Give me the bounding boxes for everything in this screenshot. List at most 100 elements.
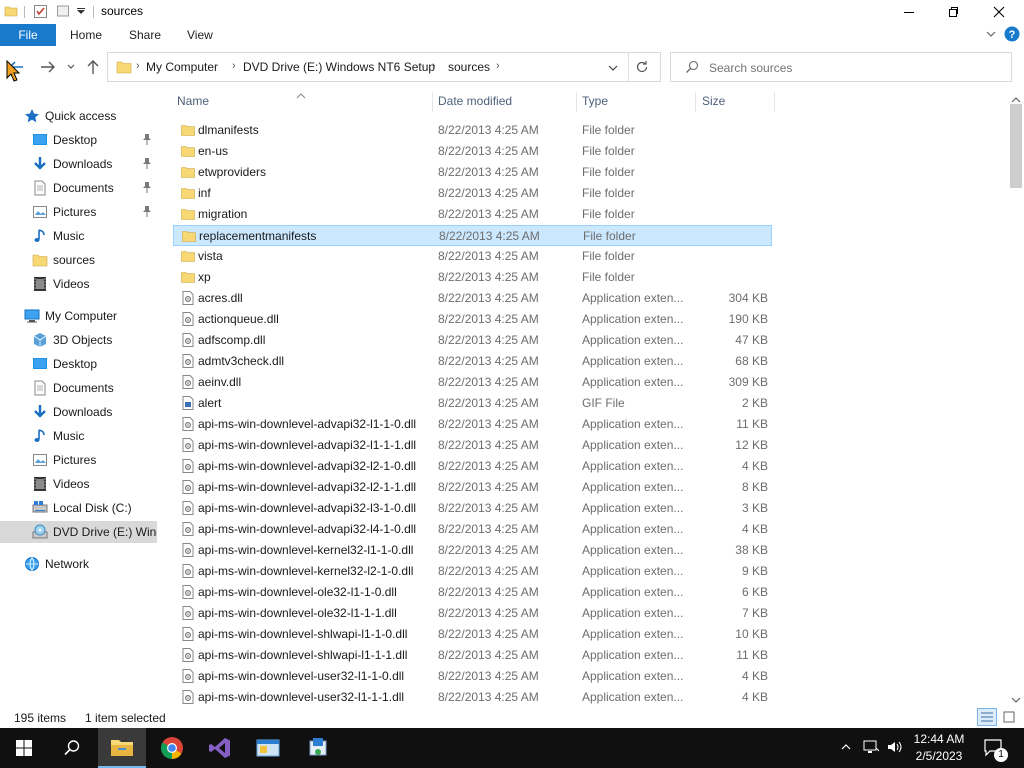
address-bar[interactable]: › My Computer › DVD Drive (E:) Windows N… bbox=[107, 52, 661, 82]
file-row[interactable]: api-ms-win-downlevel-shlwapi-l1-1-1.dll 8… bbox=[173, 645, 772, 666]
details-view-button[interactable] bbox=[977, 708, 997, 726]
sidebar-item-documents[interactable]: Documents bbox=[0, 377, 157, 399]
file-row[interactable]: inf 8/22/2013 4:25 AM File folder bbox=[173, 183, 772, 204]
show-hidden-icons-icon[interactable] bbox=[840, 741, 852, 756]
up-button[interactable] bbox=[82, 56, 104, 78]
file-row[interactable]: aeinv.dll 8/22/2013 4:25 AM Application ex… bbox=[173, 372, 772, 393]
sidebar-item-documents[interactable]: Documents bbox=[0, 177, 157, 199]
scrollbar-thumb[interactable] bbox=[1010, 104, 1022, 188]
file-row[interactable]: api-ms-win-downlevel-shlwapi-l1-1-0.dll 8… bbox=[173, 624, 772, 645]
scroll-down-icon[interactable] bbox=[1011, 693, 1021, 707]
file-row[interactable]: api-ms-win-downlevel-user32-l1-1-1.dll 8/… bbox=[173, 687, 772, 708]
breadcrumb-separator[interactable]: › bbox=[432, 60, 436, 72]
sidebar-item-videos[interactable]: Videos bbox=[0, 473, 157, 495]
properties-icon[interactable] bbox=[33, 4, 48, 19]
sidebar-item-sources[interactable]: sources bbox=[0, 249, 157, 271]
help-icon[interactable]: ? bbox=[1004, 26, 1020, 45]
sidebar-item-dvd-drive-e-wind[interactable]: DVD Drive (E:) Wind bbox=[0, 521, 157, 543]
sidebar-item-3d-objects[interactable]: 3D Objects bbox=[0, 329, 157, 351]
forward-button[interactable] bbox=[37, 56, 59, 78]
breadcrumb-dvd-drive[interactable]: DVD Drive (E:) Windows NT6 Setup bbox=[243, 60, 435, 74]
app-window-2[interactable] bbox=[294, 728, 342, 768]
start-button[interactable] bbox=[0, 728, 48, 768]
column-header-type[interactable]: Type bbox=[582, 94, 608, 108]
sidebar-item-music[interactable]: Music bbox=[0, 425, 157, 447]
breadcrumb-sources[interactable]: sources bbox=[448, 60, 490, 74]
file-row[interactable]: etwproviders 8/22/2013 4:25 AM File folder bbox=[173, 162, 772, 183]
recent-locations-dropdown[interactable] bbox=[62, 56, 80, 78]
file-row[interactable]: api-ms-win-downlevel-advapi32-l3-1-0.dll… bbox=[173, 498, 772, 519]
maximize-button[interactable] bbox=[930, 0, 976, 24]
column-divider[interactable] bbox=[695, 92, 696, 112]
file-row[interactable]: acres.dll 8/22/2013 4:25 AM Application ex… bbox=[173, 288, 772, 309]
file-row[interactable]: adfscomp.dll 8/22/2013 4:25 AM Application… bbox=[173, 330, 772, 351]
sidebar-item-videos[interactable]: Videos bbox=[0, 273, 157, 295]
file-row[interactable]: en-us 8/22/2013 4:25 AM File folder bbox=[173, 141, 772, 162]
sidebar-item-pictures[interactable]: Pictures bbox=[0, 201, 157, 223]
file-row[interactable]: replacementmanifests 8/22/2013 4:25 AM Fil… bbox=[173, 225, 772, 246]
search-input[interactable] bbox=[709, 59, 999, 77]
column-divider[interactable] bbox=[774, 92, 775, 112]
file-row[interactable]: api-ms-win-downlevel-advapi32-l4-1-0.dll… bbox=[173, 519, 772, 540]
expand-ribbon-icon[interactable] bbox=[985, 28, 997, 43]
folder-icon bbox=[181, 123, 195, 137]
file-row[interactable]: migration 8/22/2013 4:25 AM File folder bbox=[173, 204, 772, 225]
column-header-size[interactable]: Size bbox=[702, 94, 725, 108]
tab-view[interactable]: View bbox=[187, 28, 213, 42]
column-divider[interactable] bbox=[576, 92, 577, 112]
large-icons-view-button[interactable] bbox=[1000, 709, 1018, 725]
file-row[interactable]: api-ms-win-downlevel-advapi32-l2-1-0.dll… bbox=[173, 456, 772, 477]
minimize-button[interactable] bbox=[886, 0, 932, 24]
sidebar-item-local-disk-c[interactable]: Local Disk (C:) bbox=[0, 497, 157, 519]
file-row[interactable]: api-ms-win-downlevel-user32-l1-1-0.dll 8/… bbox=[173, 666, 772, 687]
volume-icon[interactable] bbox=[886, 739, 904, 758]
app-window-1[interactable] bbox=[244, 728, 292, 768]
file-row[interactable]: xp 8/22/2013 4:25 AM File folder bbox=[173, 267, 772, 288]
file-row[interactable]: vista 8/22/2013 4:25 AM File folder bbox=[173, 246, 772, 267]
file-row[interactable]: actionqueue.dll 8/22/2013 4:25 AM Applicat… bbox=[173, 309, 772, 330]
tab-file[interactable]: File bbox=[0, 24, 56, 46]
sidebar-item-music[interactable]: Music bbox=[0, 225, 157, 247]
file-row[interactable]: admtv3check.dll 8/22/2013 4:25 AM Applicat… bbox=[173, 351, 772, 372]
file-type: GIF File bbox=[582, 396, 625, 410]
sidebar-item-desktop[interactable]: Desktop bbox=[0, 129, 157, 151]
file-row[interactable]: api-ms-win-downlevel-ole32-l1-1-0.dll 8/2… bbox=[173, 582, 772, 603]
breadcrumb-separator[interactable]: › bbox=[232, 60, 236, 72]
file-type: File folder bbox=[582, 144, 635, 158]
file-row[interactable]: dlmanifests 8/22/2013 4:25 AM File folder bbox=[173, 120, 772, 141]
file-row[interactable]: alert 8/22/2013 4:25 AM GIF File 2 KB bbox=[173, 393, 772, 414]
search-button[interactable] bbox=[48, 728, 96, 768]
column-header-name[interactable]: Name bbox=[177, 94, 209, 108]
file-row[interactable]: api-ms-win-downlevel-advapi32-l1-1-1.dll… bbox=[173, 435, 772, 456]
file-row[interactable]: api-ms-win-downlevel-advapi32-l1-1-0.dll… bbox=[173, 414, 772, 435]
documents-icon bbox=[32, 180, 48, 196]
sidebar-network[interactable]: Network bbox=[0, 553, 157, 575]
sidebar-item-downloads[interactable]: Downloads bbox=[0, 401, 157, 423]
sidebar-quick-access[interactable]: Quick access bbox=[0, 105, 157, 127]
visual-studio-app[interactable] bbox=[196, 728, 244, 768]
close-button[interactable] bbox=[976, 0, 1022, 24]
tab-share[interactable]: Share bbox=[129, 28, 161, 42]
sidebar-item-pictures[interactable]: Pictures bbox=[0, 449, 157, 471]
search-box[interactable] bbox=[670, 52, 1012, 82]
file-row[interactable]: api-ms-win-downlevel-kernel32-l2-1-0.dll… bbox=[173, 561, 772, 582]
address-history-dropdown-icon[interactable] bbox=[607, 62, 619, 77]
chrome-app[interactable] bbox=[148, 728, 196, 768]
tab-home[interactable]: Home bbox=[70, 28, 102, 42]
file-row[interactable]: api-ms-win-downlevel-kernel32-l1-1-0.dll… bbox=[173, 540, 772, 561]
column-header-date-modified[interactable]: Date modified bbox=[438, 94, 512, 108]
file-row[interactable]: api-ms-win-downlevel-ole32-l1-1-1.dll 8/2… bbox=[173, 603, 772, 624]
new-folder-icon[interactable] bbox=[56, 4, 70, 18]
customize-quick-access-dropdown-icon[interactable] bbox=[76, 7, 86, 17]
breadcrumb-my-computer[interactable]: My Computer bbox=[146, 60, 218, 74]
system-clock[interactable]: 12:44 AM 2/5/2023 bbox=[910, 731, 968, 765]
breadcrumb-separator[interactable]: › bbox=[496, 60, 500, 72]
sidebar-my-computer[interactable]: My Computer bbox=[0, 305, 157, 327]
network-icon[interactable] bbox=[862, 739, 880, 758]
sidebar-item-desktop[interactable]: Desktop bbox=[0, 353, 157, 375]
column-divider[interactable] bbox=[432, 92, 433, 112]
refresh-icon[interactable] bbox=[635, 60, 649, 77]
file-explorer-app[interactable] bbox=[98, 728, 146, 768]
file-row[interactable]: api-ms-win-downlevel-advapi32-l2-1-1.dll… bbox=[173, 477, 772, 498]
sidebar-item-downloads[interactable]: Downloads bbox=[0, 153, 157, 175]
